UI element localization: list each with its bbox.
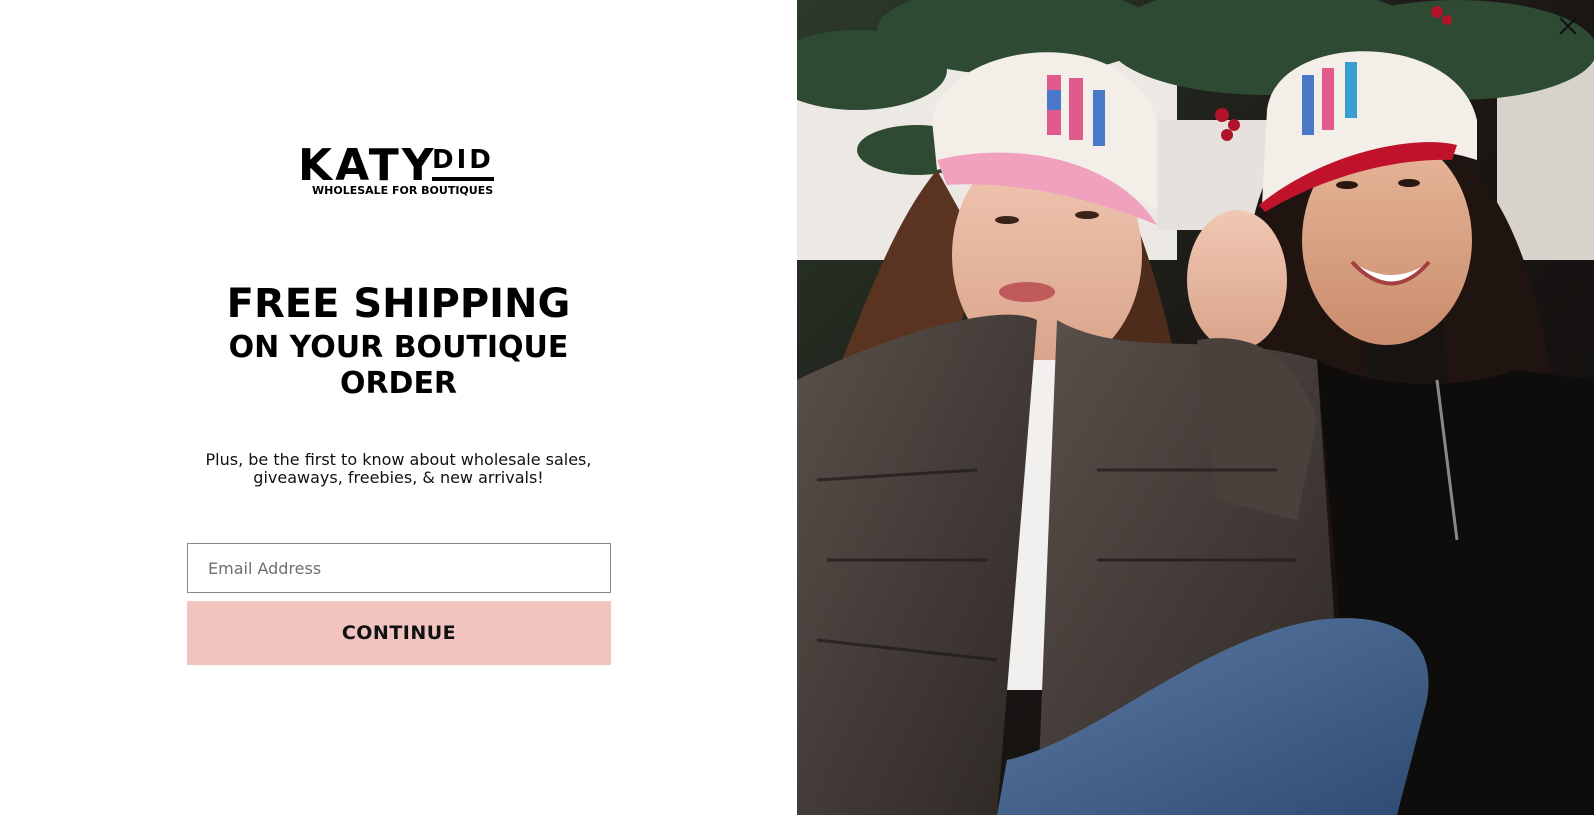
popup-image-panel — [797, 0, 1594, 815]
logo-wordmark-did: DID — [432, 145, 494, 175]
popup-subtext: Plus, be the first to know about wholesa… — [205, 450, 592, 487]
close-icon[interactable] — [1556, 14, 1580, 38]
headline-free-shipping: FREE SHIPPING — [226, 281, 571, 327]
signup-popup: KATY DID WHOLESALE FOR BOUTIQUES FREE SH… — [0, 0, 1594, 815]
email-input[interactable] — [187, 543, 611, 593]
logo-tagline: WHOLESALE FOR BOUTIQUES — [312, 184, 494, 197]
logo-wordmark-katy: KATY — [298, 140, 437, 191]
photo-two-women-in-holiday-caps — [797, 0, 1594, 815]
headline-order: ORDER — [339, 366, 458, 401]
logo-underline — [432, 177, 494, 181]
continue-button[interactable]: CONTINUE — [187, 601, 611, 665]
katydid-logo: KATY DID WHOLESALE FOR BOUTIQUES — [298, 144, 498, 200]
headline-boutique: ON YOUR BOUTIQUE — [228, 330, 569, 365]
popup-form-panel: KATY DID WHOLESALE FOR BOUTIQUES FREE SH… — [0, 0, 797, 815]
